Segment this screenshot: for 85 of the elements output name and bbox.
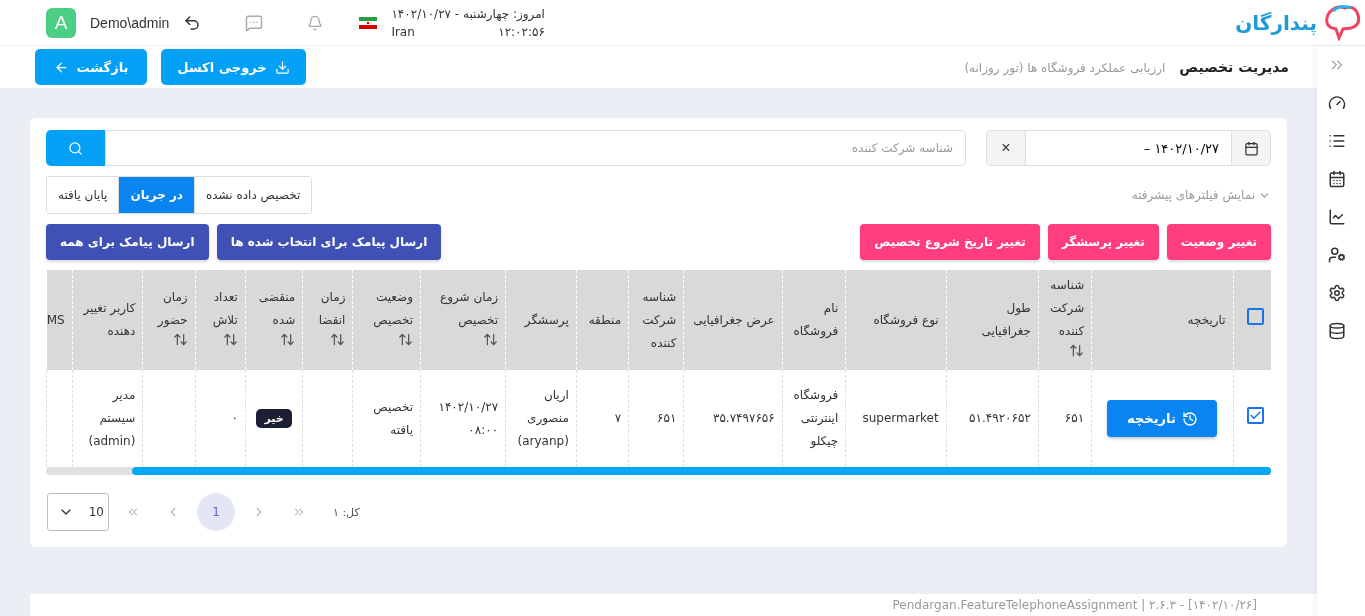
user-settings-icon[interactable] bbox=[1328, 246, 1346, 264]
table-cell: ۵۱.۴۹۲۰۶۵۲ bbox=[969, 411, 1031, 425]
chart-icon[interactable] bbox=[1328, 208, 1346, 226]
list-icon[interactable] bbox=[1328, 132, 1346, 150]
settings-icon[interactable] bbox=[1328, 284, 1346, 302]
send-sms-button[interactable]: ارسال پیامک برای همه bbox=[46, 224, 209, 260]
search-field[interactable]: شناسه شرکت کننده bbox=[105, 130, 966, 166]
checkbox[interactable] bbox=[1247, 407, 1264, 424]
database-icon[interactable] bbox=[1328, 322, 1346, 340]
column-header: منقضی شده bbox=[258, 289, 296, 327]
column-header: زمان حضور bbox=[157, 289, 188, 327]
page-number[interactable]: 1 bbox=[197, 493, 235, 531]
user-avatar[interactable]: A bbox=[46, 7, 76, 38]
column-header: شناسه شرکت کننده bbox=[1050, 278, 1085, 338]
date-range-field[interactable]: ۱۴۰۲/۱۰/۲۷ – bbox=[1026, 130, 1231, 166]
check-icon bbox=[1249, 409, 1262, 422]
sort-icon[interactable] bbox=[280, 331, 296, 347]
select-all-checkbox[interactable] bbox=[1247, 307, 1264, 325]
search-icon bbox=[68, 140, 83, 156]
action-button[interactable]: تغییر پرسشگر bbox=[1047, 224, 1159, 260]
action-button[interactable]: تغییر وضعیت bbox=[1166, 224, 1271, 260]
user-name: Demo\admin bbox=[90, 14, 170, 31]
flag-icon bbox=[359, 16, 378, 29]
column-header: تاریخچه bbox=[1187, 312, 1226, 327]
total-count: کل: ۱ bbox=[333, 505, 360, 519]
clear-button[interactable]: × bbox=[986, 130, 1026, 166]
sort-icon[interactable] bbox=[222, 331, 238, 347]
date-text: امروز: چهارشنبه - ۱۴۰۲/۱۰/۲۷ bbox=[391, 5, 545, 23]
table-cell: supermarket bbox=[862, 411, 939, 425]
table-cell: ۰ bbox=[231, 411, 238, 425]
table-cell: فروشگاه اینترنتی چیکلو bbox=[793, 388, 839, 448]
version-text: Pendargan.FeatureTelephoneAssignment | ۲.۶.۳ - [۱۴۰۲/۱۰/۲۶] bbox=[892, 598, 1257, 612]
calendar-button[interactable] bbox=[1231, 130, 1271, 166]
column-header: تعداد تلاش bbox=[212, 289, 238, 327]
column-header: طول جغرافیایی bbox=[981, 301, 1031, 338]
status-tab[interactable]: در جریان bbox=[118, 177, 195, 213]
back-button[interactable]: بازگشت bbox=[35, 49, 147, 85]
history-icon bbox=[1181, 410, 1198, 427]
horizontal-scrollbar[interactable] bbox=[46, 467, 1271, 475]
table-cell: مدیر سیستم (admin) bbox=[88, 388, 136, 448]
table-cell: تخصیص یافته bbox=[373, 399, 414, 437]
calendar-icon bbox=[1243, 140, 1259, 156]
table-cell: ۶۵۱ bbox=[1064, 411, 1085, 425]
column-header: زمان انقضا bbox=[318, 289, 346, 327]
logo-icon bbox=[1323, 4, 1361, 41]
logout-icon[interactable] bbox=[183, 13, 202, 32]
column-header: پرسشگر bbox=[524, 312, 569, 327]
calendar-icon[interactable] bbox=[1328, 170, 1346, 188]
sort-icon[interactable] bbox=[172, 331, 188, 347]
column-header: شناسه شرکت کننده bbox=[642, 289, 677, 350]
double-chevron-left-icon bbox=[126, 505, 140, 519]
column-header: عرض جغرافیایی bbox=[693, 312, 775, 327]
sort-icon[interactable] bbox=[483, 331, 499, 347]
action-button[interactable]: تغییر تاریخ شروع تخصیص bbox=[860, 224, 1040, 260]
double-chevron-right-icon bbox=[292, 505, 306, 519]
page-subtitle: ارزیابی عملکرد فروشگاه ها (تور روزانه) bbox=[964, 61, 1166, 75]
page-size-select[interactable]: 10 bbox=[47, 493, 109, 531]
sort-icon[interactable] bbox=[1069, 343, 1085, 358]
page-title: مدیریت تخصیص bbox=[1179, 59, 1289, 75]
status-tab[interactable]: تخصیص داده نشده bbox=[194, 177, 312, 213]
column-header: وضعیت تخصیص bbox=[373, 289, 414, 327]
sort-icon[interactable] bbox=[330, 331, 346, 347]
download-icon bbox=[274, 59, 290, 75]
logo-text: پندارگان bbox=[1235, 10, 1317, 35]
excel-export-button[interactable]: خروجی اکسل bbox=[161, 49, 306, 85]
table-cell: ۳۵.۷۴۹۷۶۵۶ bbox=[712, 411, 775, 425]
column-header: نام فروشگاه bbox=[793, 301, 839, 338]
table-cell: ۷ bbox=[614, 411, 622, 425]
history-button[interactable]: تاریخچه bbox=[1107, 400, 1218, 437]
column-header: زمان شروع تخصیص bbox=[440, 289, 499, 327]
country-text: Iran bbox=[391, 23, 416, 41]
status-badge: خیر bbox=[256, 409, 292, 428]
arrow-left-icon bbox=[53, 59, 69, 75]
column-header: منطقه bbox=[588, 312, 622, 327]
column-header: کاربر تغییر دهنده bbox=[83, 301, 136, 338]
table-cell: ۱۴۰۲/۱۰/۲۷ ۰۸:۰۰ bbox=[438, 399, 499, 437]
table-cell: اریان منصوری (aryanp) bbox=[517, 388, 569, 448]
time-text: ۱۲:۰۲:۵۶ bbox=[497, 23, 545, 41]
send-sms-button[interactable]: ارسال پیامک برای انتخاب شده ها bbox=[216, 224, 442, 260]
sort-icon[interactable] bbox=[398, 331, 414, 347]
advanced-filters-toggle[interactable]: نمایش فیلترهای پیشرفته bbox=[1131, 188, 1271, 202]
gauge-icon[interactable] bbox=[1328, 94, 1346, 112]
table-cell: ۶۵۱ bbox=[657, 411, 677, 425]
column-header: MS bbox=[46, 312, 65, 327]
column-header: نوع فروشگاه bbox=[873, 312, 939, 327]
